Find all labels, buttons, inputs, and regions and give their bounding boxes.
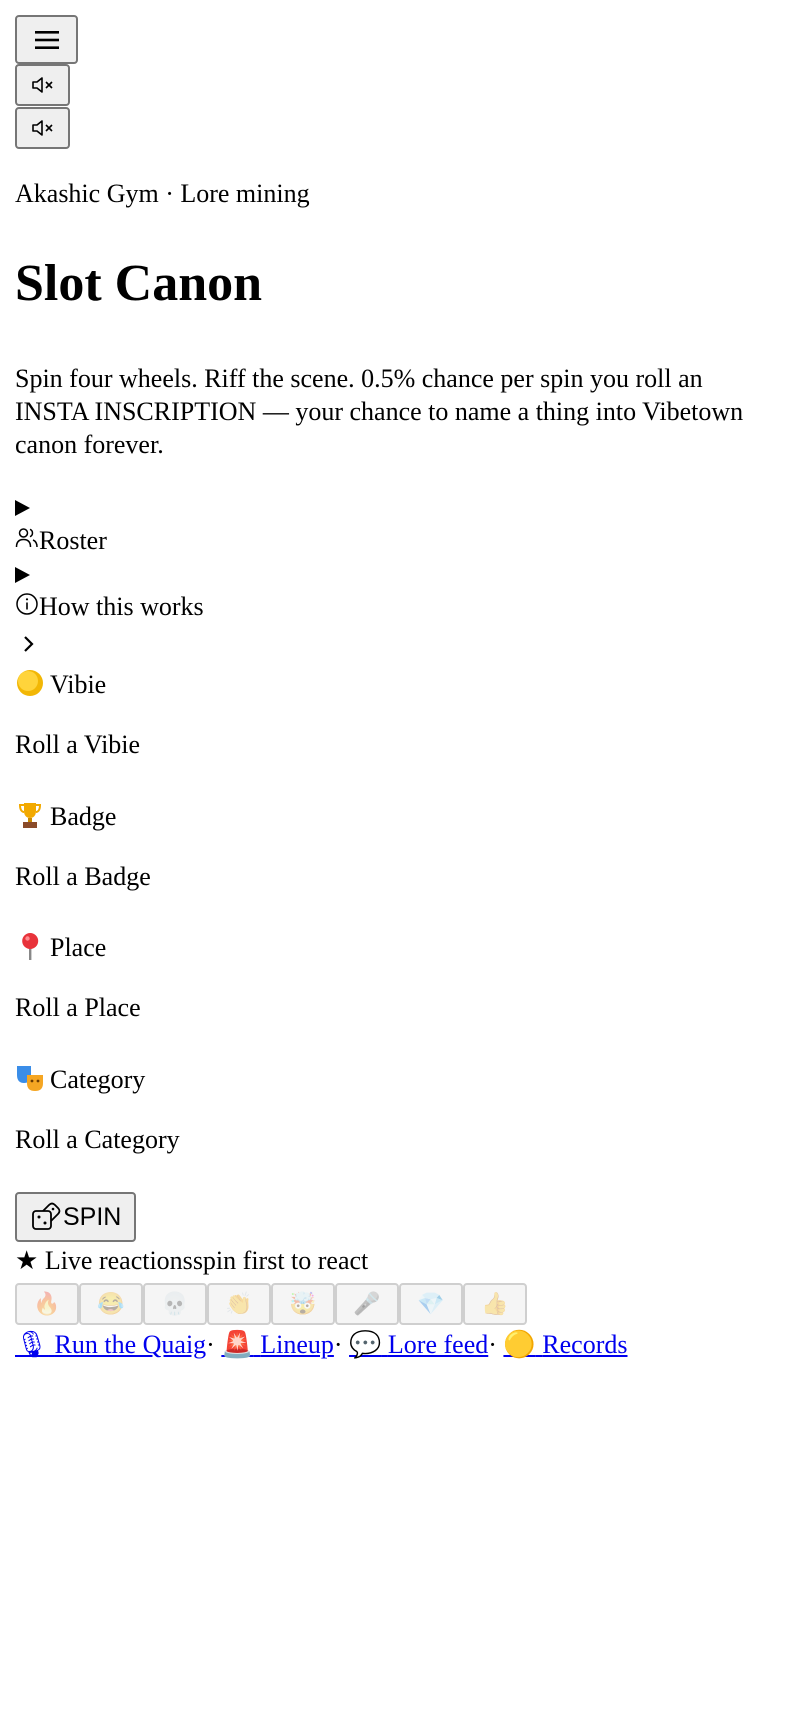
reactions-title: Live reactions bbox=[44, 1246, 193, 1275]
mic-icon: 🎤 bbox=[353, 1291, 381, 1316]
chevron-right-icon[interactable] bbox=[22, 634, 36, 654]
gem-icon: 💎 bbox=[417, 1291, 445, 1316]
info-icon bbox=[16, 593, 38, 615]
reaction-mindblown-button[interactable]: 🤯 bbox=[271, 1283, 335, 1325]
star-icon: ★ bbox=[15, 1246, 39, 1275]
siren-icon: 🚨 bbox=[221, 1330, 254, 1359]
reaction-mic-button[interactable]: 🎤 bbox=[335, 1283, 399, 1325]
users-icon bbox=[15, 528, 38, 548]
wheel-vibie-value: Roll a Vibie bbox=[15, 730, 141, 759]
menu-icon bbox=[34, 30, 59, 49]
masks-icon bbox=[15, 1063, 45, 1093]
mute-icon bbox=[31, 77, 53, 93]
how-disclosure-triangle[interactable] bbox=[15, 567, 30, 583]
wheel-place-label: Place bbox=[15, 931, 106, 963]
dice-icon bbox=[32, 1202, 61, 1230]
coin-icon bbox=[15, 668, 45, 698]
nav-link-lineup[interactable]: 🚨 Lineup bbox=[221, 1330, 334, 1359]
wheel-badge-value: Roll a Badge bbox=[15, 862, 151, 891]
reaction-skull-button[interactable]: 💀 bbox=[143, 1283, 207, 1325]
reactions-hint: spin first to react bbox=[192, 1246, 369, 1275]
reaction-gem-button[interactable]: 💎 bbox=[399, 1283, 463, 1325]
clap-icon: 👏 bbox=[225, 1291, 253, 1316]
microphone-icon: 🎙 bbox=[15, 1330, 49, 1359]
speech-bubble-icon: 💬 bbox=[349, 1330, 382, 1359]
nav-link-records[interactable]: 🟡 Records bbox=[503, 1330, 627, 1359]
reaction-fire-button[interactable]: 🔥 bbox=[15, 1283, 79, 1325]
wheel-category-label: Category bbox=[15, 1063, 145, 1095]
thumbs-up-icon: 👍 bbox=[481, 1291, 509, 1316]
nav-link-lore-feed[interactable]: 💬 Lore feed bbox=[349, 1330, 488, 1359]
spin-button[interactable]: SPIN bbox=[15, 1192, 136, 1242]
reaction-clap-button[interactable]: 👏 bbox=[207, 1283, 271, 1325]
page-description: Spin four wheels. Riff the scene. 0.5% c… bbox=[15, 364, 744, 459]
footer-nav: 🎙 Run the Quaig· 🚨 Lineup· 💬 Lore feed· … bbox=[15, 1330, 628, 1360]
wheel-place-value: Roll a Place bbox=[15, 993, 141, 1022]
mute-icon bbox=[31, 120, 53, 136]
mute-button[interactable] bbox=[15, 64, 70, 106]
roster-label: Roster bbox=[39, 526, 107, 555]
roster-summary[interactable]: Roster bbox=[15, 526, 107, 556]
laugh-icon: 😂 bbox=[97, 1291, 125, 1316]
nav-separator: · bbox=[333, 1330, 343, 1359]
trophy-icon bbox=[15, 800, 45, 830]
pin-icon bbox=[15, 931, 45, 961]
reaction-thumbs-up-button[interactable]: 👍 bbox=[463, 1283, 527, 1325]
reaction-laugh-button[interactable]: 😂 bbox=[79, 1283, 143, 1325]
roster-disclosure-triangle[interactable] bbox=[15, 500, 30, 516]
coin-icon: 🟡 bbox=[503, 1330, 536, 1359]
mute-button-secondary[interactable] bbox=[15, 107, 70, 149]
menu-button[interactable] bbox=[15, 15, 78, 64]
wheel-badge-label: Badge bbox=[15, 800, 116, 832]
skull-icon: 💀 bbox=[161, 1291, 189, 1316]
page-title: Slot Canon bbox=[15, 255, 263, 312]
reactions-row: 🔥 😂 💀 👏 🤯 🎤 💎 👍 bbox=[15, 1283, 527, 1325]
wheel-category-value: Roll a Category bbox=[15, 1125, 180, 1154]
nav-separator: · bbox=[206, 1330, 215, 1359]
fire-icon: 🔥 bbox=[33, 1291, 61, 1316]
eyebrow-text: Akashic Gym · Lore mining bbox=[15, 179, 310, 208]
how-label: How this works bbox=[39, 592, 204, 621]
mindblown-icon: 🤯 bbox=[289, 1291, 317, 1316]
how-summary[interactable]: How this works bbox=[15, 592, 204, 622]
wheel-vibie-label: Vibie bbox=[15, 668, 106, 700]
reactions-header: ★ Live reactionsspin first to react bbox=[15, 1246, 369, 1276]
nav-separator: · bbox=[488, 1330, 497, 1359]
nav-link-run-quaig[interactable]: 🎙 Run the Quaig bbox=[15, 1330, 206, 1359]
